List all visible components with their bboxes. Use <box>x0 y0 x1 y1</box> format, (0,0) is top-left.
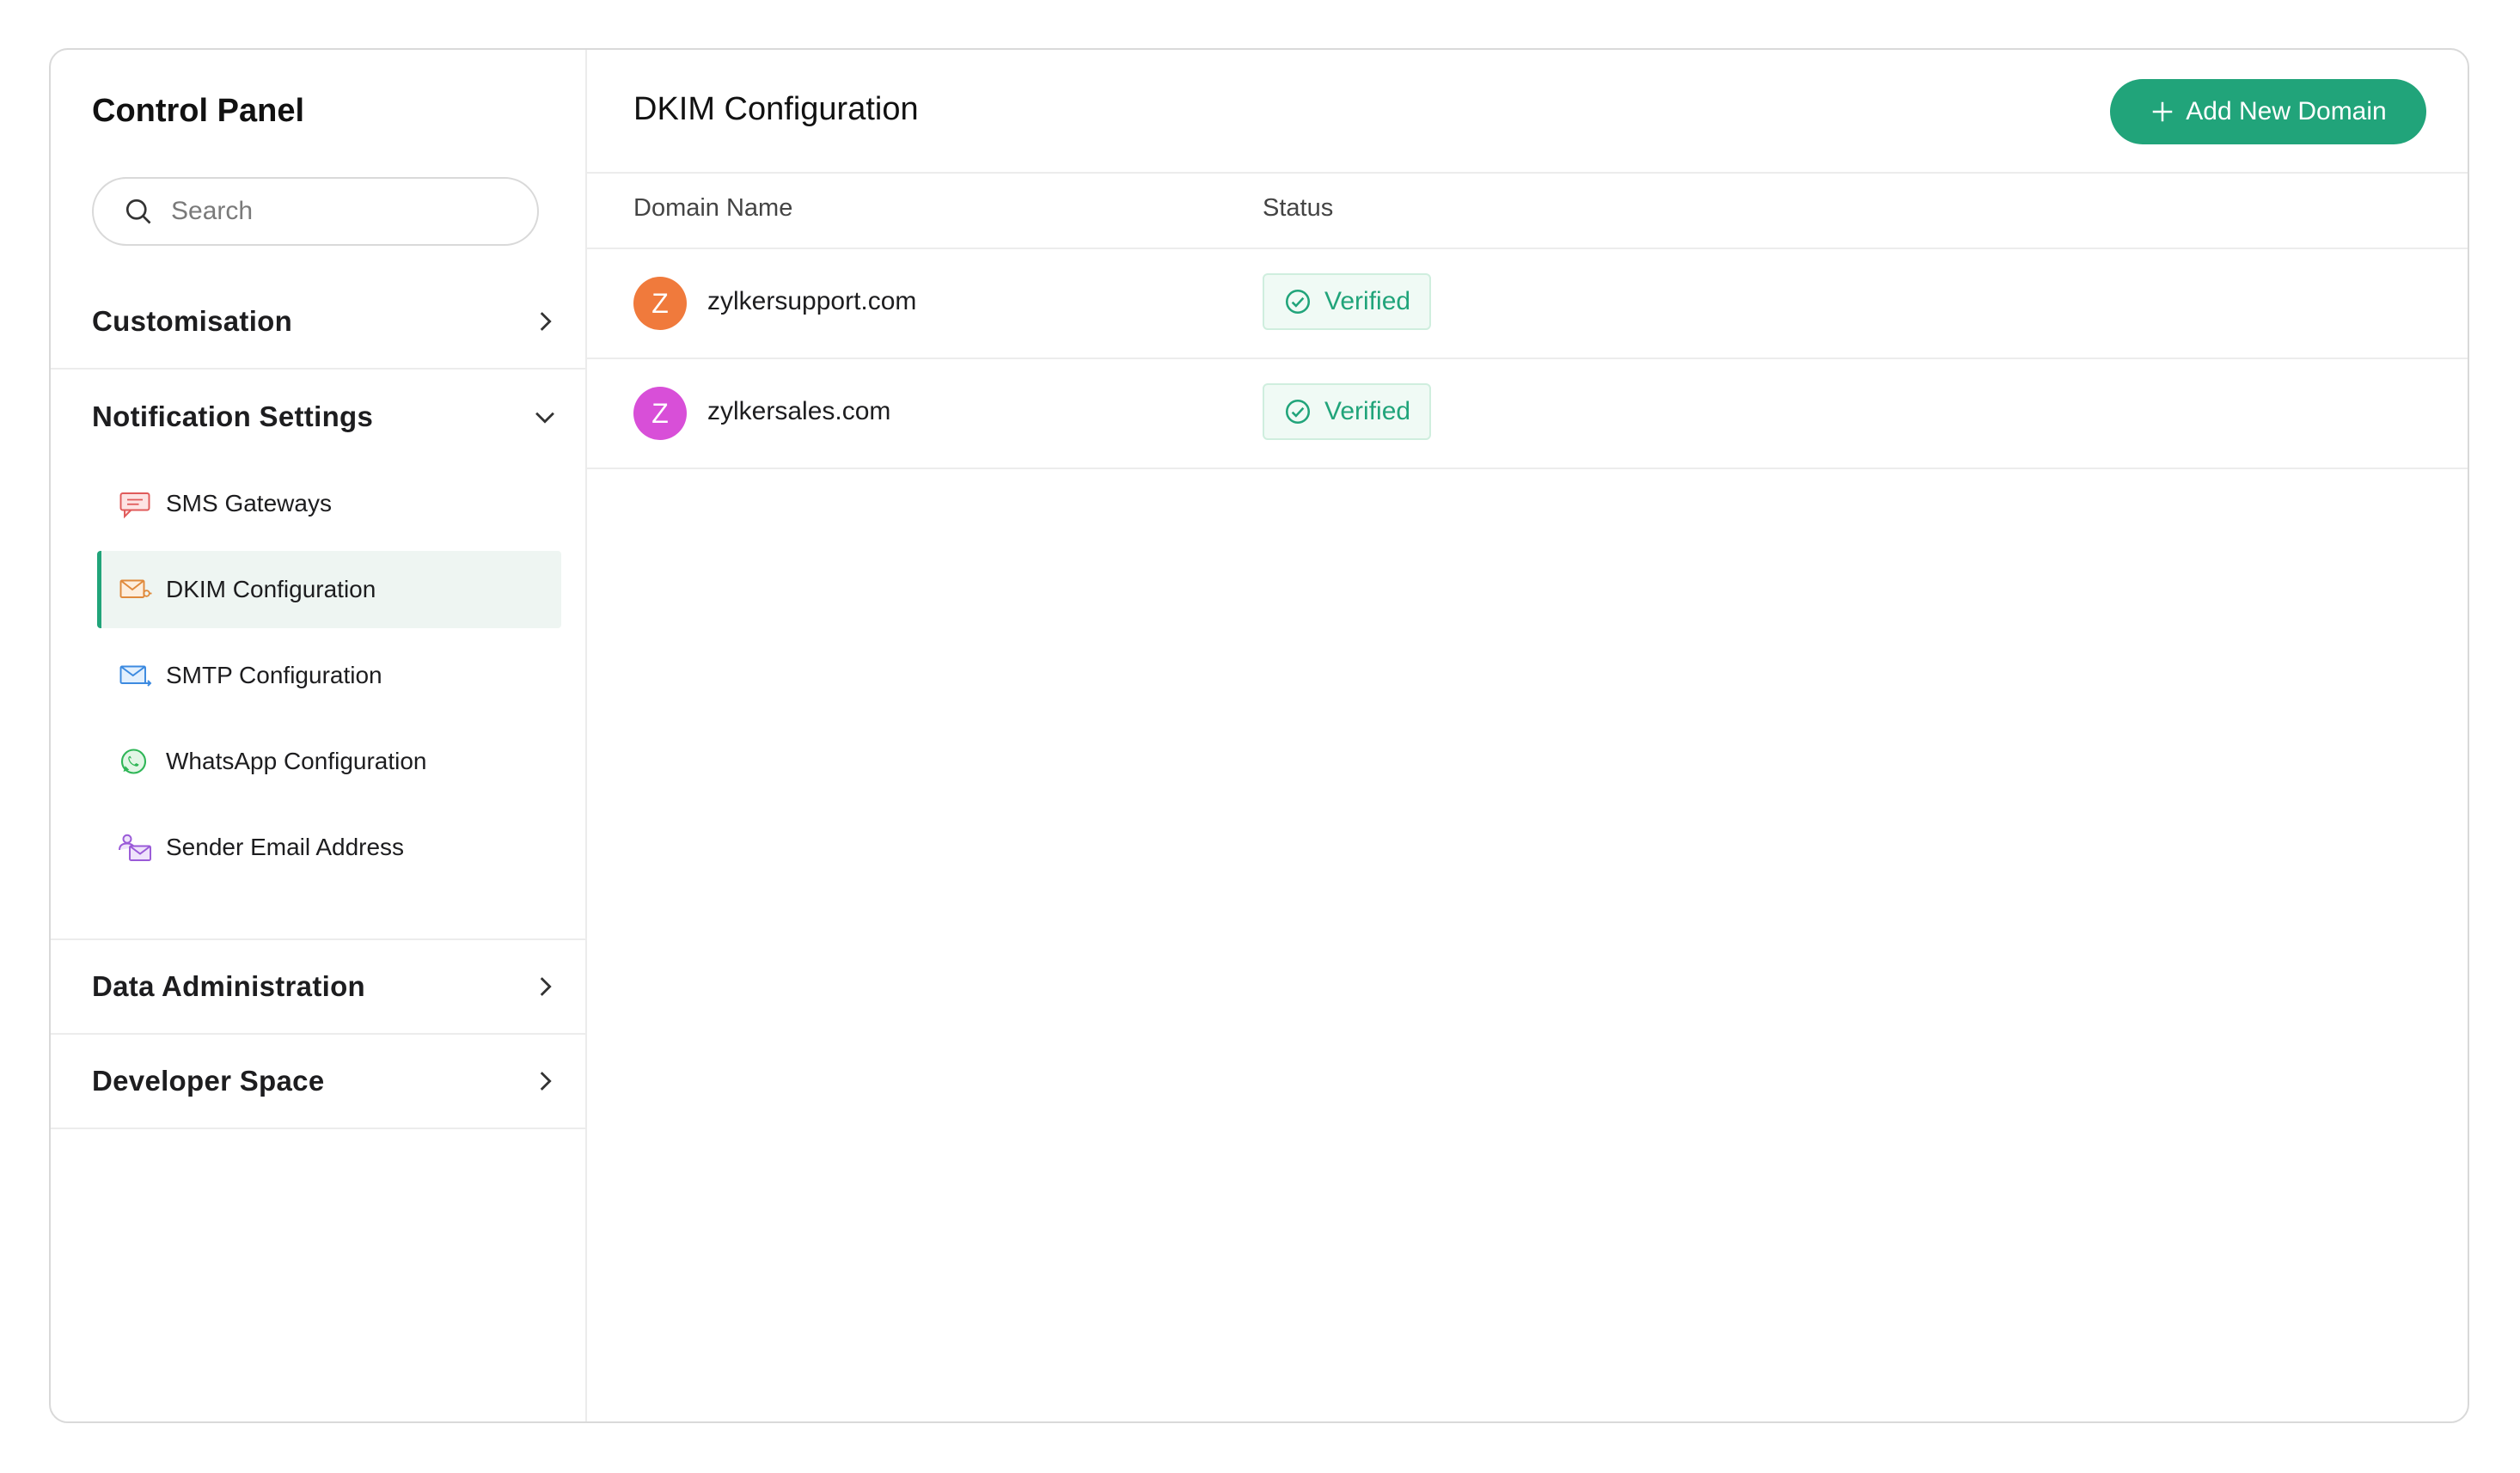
panel-title: Control Panel <box>92 93 305 129</box>
status-text: Verified <box>1324 397 1411 425</box>
sidebar-item-label: Sender Email Address <box>166 834 405 860</box>
avatar: Z <box>633 277 687 330</box>
check-circle-icon <box>1285 289 1311 315</box>
sender-email-icon <box>119 834 151 861</box>
section-notification-settings[interactable]: Notification Settings <box>51 370 585 464</box>
dkim-mail-icon <box>119 579 152 598</box>
chevron-down-icon <box>535 412 554 424</box>
chevron-right-icon <box>540 312 552 331</box>
table-row[interactable]: Z zylkersupport.com Verified <box>587 249 2468 359</box>
search-icon <box>125 199 151 224</box>
sidebar-item-smtp-configuration[interactable]: SMTP Configuration <box>97 637 561 714</box>
page-title: DKIM Configuration <box>633 91 919 127</box>
sidebar-item-whatsapp-configuration[interactable]: WhatsApp Configuration <box>97 723 561 800</box>
sidebar: Control Panel Customisation Notification… <box>51 50 587 1421</box>
sms-gateway-icon <box>119 492 150 519</box>
add-new-domain-button[interactable]: Add New Domain <box>2110 79 2426 144</box>
sidebar-item-label: DKIM Configuration <box>166 576 376 602</box>
status-badge: Verified <box>1263 383 1432 440</box>
check-circle-icon <box>1285 399 1311 425</box>
section-label: Data Administration <box>92 970 366 1002</box>
sidebar-item-sms-gateways[interactable]: SMS Gateways <box>97 465 561 542</box>
section-label: Notification Settings <box>92 400 374 432</box>
app-window: Control Panel Customisation Notification… <box>49 48 2469 1423</box>
section-developer-space[interactable]: Developer Space <box>51 1035 585 1129</box>
avatar: Z <box>633 387 687 440</box>
chevron-right-icon <box>540 1072 552 1091</box>
section-label: Developer Space <box>92 1065 325 1097</box>
sidebar-item-label: WhatsApp Configuration <box>166 748 427 774</box>
table-header: Domain Name Status <box>587 174 2468 249</box>
sidebar-item-label: SMTP Configuration <box>166 662 382 688</box>
sidebar-item-dkim-configuration[interactable]: DKIM Configuration <box>97 551 561 628</box>
column-header-status: Status <box>1263 194 1334 222</box>
sidebar-item-label: SMS Gateways <box>166 490 332 516</box>
domain-name: zylkersupport.com <box>707 287 917 315</box>
whatsapp-icon <box>120 749 147 774</box>
table-row[interactable]: Z zylkersales.com Verified <box>587 359 2468 469</box>
section-data-administration[interactable]: Data Administration <box>51 940 585 1035</box>
sidebar-item-sender-email-address[interactable]: Sender Email Address <box>97 809 561 886</box>
smtp-mail-icon <box>119 665 152 687</box>
domain-name: zylkersales.com <box>707 397 891 425</box>
main-content: DKIM Configuration Add New Domain Domain… <box>587 50 2468 1421</box>
status-badge: Verified <box>1263 273 1432 330</box>
main-header: DKIM Configuration Add New Domain <box>587 50 2468 174</box>
search-box[interactable] <box>92 177 539 246</box>
chevron-right-icon <box>540 977 552 996</box>
search-input[interactable] <box>169 196 499 227</box>
column-header-domain-name: Domain Name <box>633 194 793 222</box>
plus-icon <box>2153 101 2173 122</box>
add-button-label: Add New Domain <box>2186 97 2387 125</box>
status-text: Verified <box>1324 287 1411 315</box>
section-label: Customisation <box>92 305 293 337</box>
section-customisation[interactable]: Customisation <box>51 275 585 370</box>
